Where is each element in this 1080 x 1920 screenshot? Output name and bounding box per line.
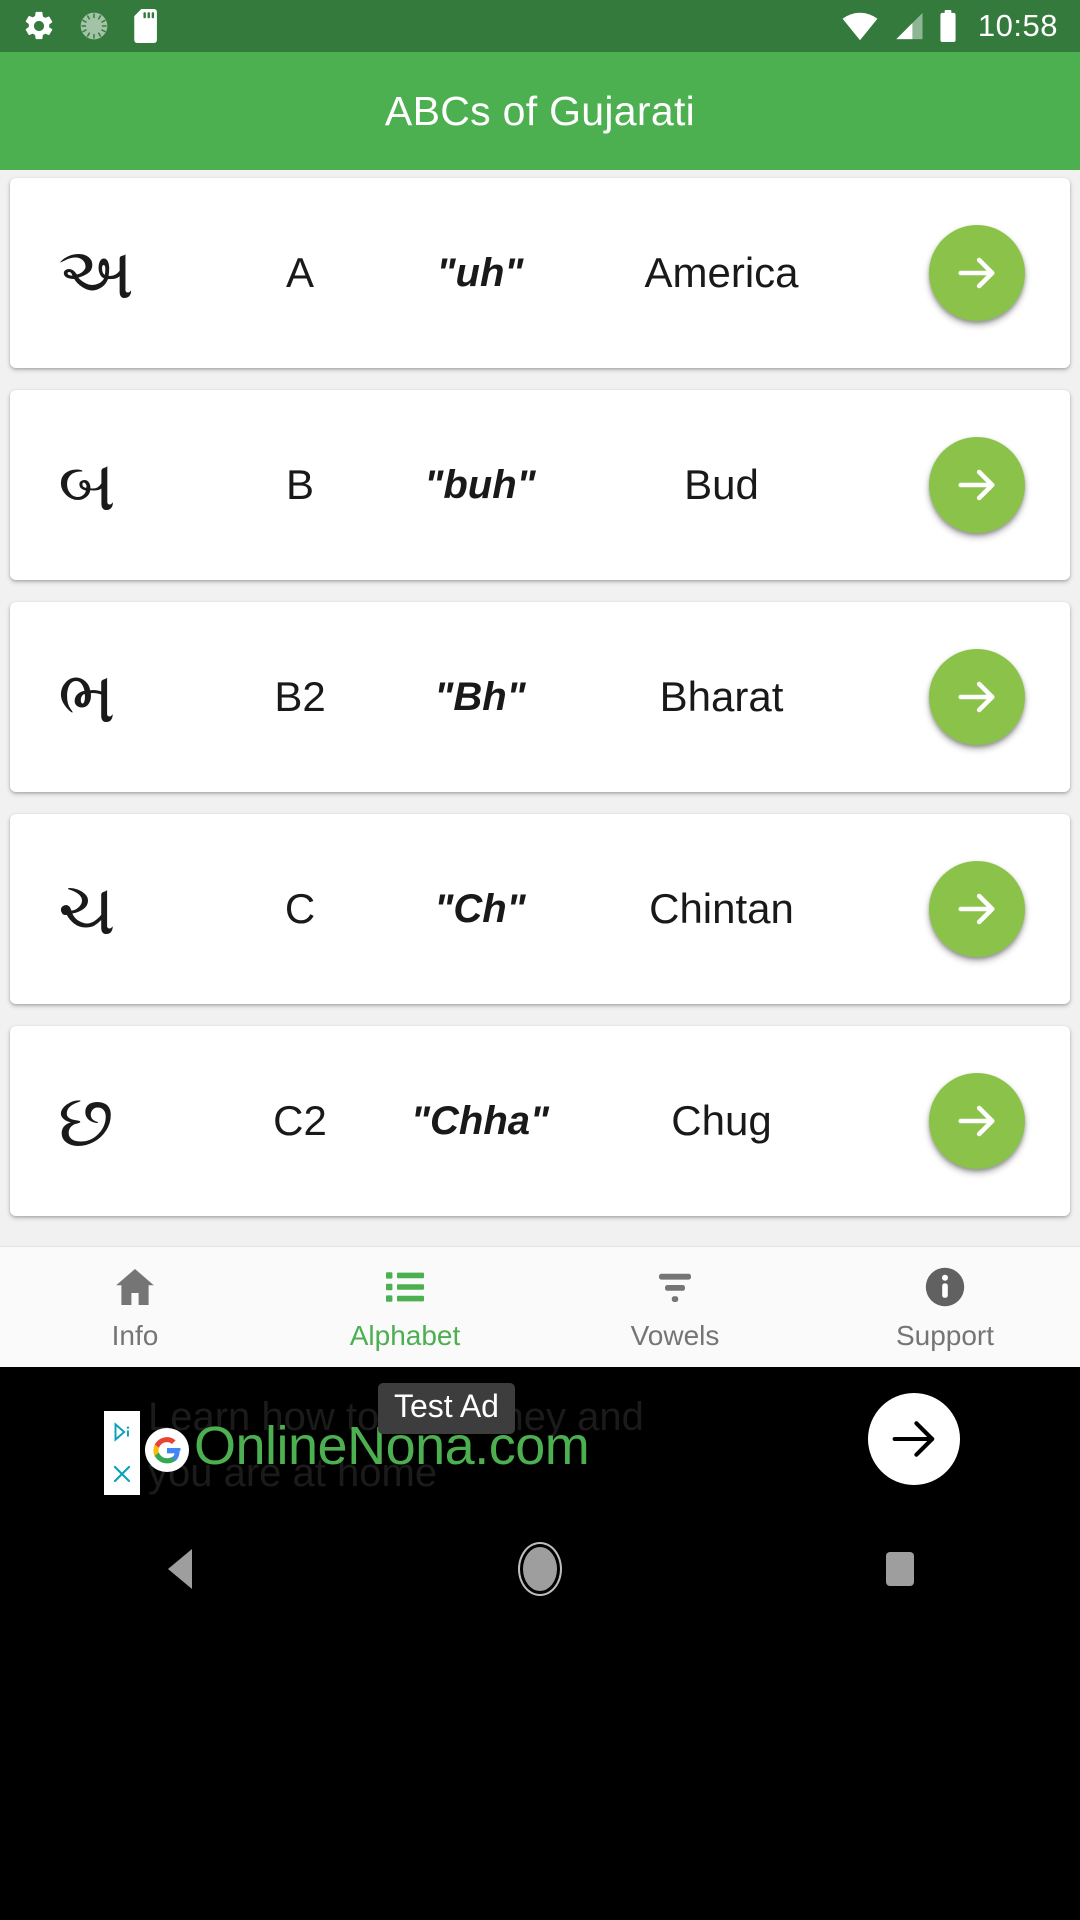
example-word: Bud (684, 461, 759, 508)
table-row[interactable]: ભ B2 "Bh" Bharat (10, 602, 1070, 792)
pronunciation: "Bh" (434, 674, 526, 719)
android-navigation-bar (0, 1517, 1080, 1621)
english-letter: B (285, 461, 314, 508)
adchoices-control[interactable] (104, 1411, 140, 1495)
go-button[interactable] (929, 225, 1025, 321)
adchoices-icon[interactable] (104, 1411, 140, 1453)
english-letter: B2 (274, 673, 326, 720)
home-circle-icon (523, 1547, 557, 1591)
android-back-button[interactable] (0, 1549, 360, 1589)
nav-item-alphabet[interactable]: Alphabet (270, 1263, 540, 1352)
arrow-right-icon (951, 1095, 1003, 1147)
alphabet-list[interactable]: અ A "uh" America બ B "buh" Bud ભ B2 "Bh"… (0, 170, 1080, 1246)
example-word: Chintan (649, 885, 794, 932)
close-icon[interactable] (104, 1453, 140, 1495)
table-row[interactable]: બ B "buh" Bud (10, 390, 1070, 580)
english-letter: C (284, 885, 316, 932)
arrow-right-icon (951, 883, 1003, 935)
english-letter: A (285, 249, 314, 296)
google-logo-icon (144, 1427, 190, 1473)
back-triangle-icon (168, 1549, 192, 1589)
status-bar-left-icons (22, 9, 162, 43)
page-title: ABCs of Gujarati (384, 87, 696, 134)
row-go-cell (884, 225, 1070, 321)
arrow-right-icon (951, 459, 1003, 511)
pronunciation: "uh" (436, 250, 524, 295)
recents-square-icon (886, 1552, 914, 1586)
row-go-cell (884, 1073, 1070, 1169)
example-word: Bharat (659, 673, 784, 720)
status-bar: 10:58 (0, 0, 1080, 52)
nav-item-info[interactable]: Info (0, 1263, 270, 1352)
bottom-navigation: Info Alphabet Vowels Support (0, 1246, 1080, 1367)
row-go-cell (884, 437, 1070, 533)
list-icon (381, 1263, 429, 1311)
battery-icon (938, 10, 958, 42)
gujarati-letter: ભ (58, 655, 116, 739)
gear-icon (22, 9, 56, 43)
android-recents-button[interactable] (720, 1552, 1080, 1586)
nav-label-alphabet: Alphabet (349, 1319, 461, 1351)
arrow-right-icon (951, 671, 1003, 723)
english-letter: C2 (273, 1097, 327, 1144)
table-row[interactable]: અ A "uh" America (10, 178, 1070, 368)
sync-progress-icon (78, 10, 110, 42)
row-go-cell (884, 861, 1070, 957)
home-icon (111, 1263, 159, 1311)
table-row[interactable]: ચ C "Ch" Chintan (10, 814, 1070, 1004)
gujarati-letter: ચ (58, 867, 116, 951)
go-button[interactable] (929, 649, 1025, 745)
nav-item-support[interactable]: Support (810, 1263, 1080, 1352)
nav-label-vowels: Vowels (630, 1319, 720, 1351)
status-bar-clock: 10:58 (977, 8, 1058, 43)
arrow-right-icon (885, 1410, 943, 1468)
row-go-cell (884, 649, 1070, 745)
filter-icon (651, 1263, 699, 1311)
nav-item-vowels[interactable]: Vowels (540, 1263, 810, 1352)
pronunciation: "Ch" (434, 886, 526, 931)
status-bar-right-icons: 10:58 (842, 8, 1058, 44)
gujarati-letter: બ (58, 443, 116, 527)
gujarati-letter: અ (58, 231, 134, 315)
go-button[interactable] (929, 861, 1025, 957)
nav-label-support: Support (895, 1319, 995, 1351)
ad-cta-button[interactable] (868, 1393, 960, 1485)
ad-test-badge: Test Ad (378, 1383, 515, 1434)
go-button[interactable] (929, 1073, 1025, 1169)
table-row[interactable]: છ C2 "Chha" Chug (10, 1026, 1070, 1216)
gujarati-letter: છ (58, 1079, 114, 1163)
cellular-signal-icon (892, 11, 924, 41)
ad-banner[interactable]: Learn how to do money and you are at hom… (0, 1367, 1080, 1517)
app-bar: ABCs of Gujarati (0, 52, 1080, 170)
pronunciation: "buh" (424, 462, 536, 507)
example-word: America (644, 249, 799, 296)
wifi-icon (842, 11, 878, 41)
arrow-right-icon (951, 247, 1003, 299)
sd-card-icon (132, 9, 162, 43)
pronunciation: "Chha" (411, 1098, 549, 1143)
info-circle-icon (921, 1263, 969, 1311)
go-button[interactable] (929, 437, 1025, 533)
nav-label-info: Info (111, 1319, 159, 1351)
android-home-button[interactable] (360, 1547, 720, 1591)
example-word: Chug (671, 1097, 772, 1144)
